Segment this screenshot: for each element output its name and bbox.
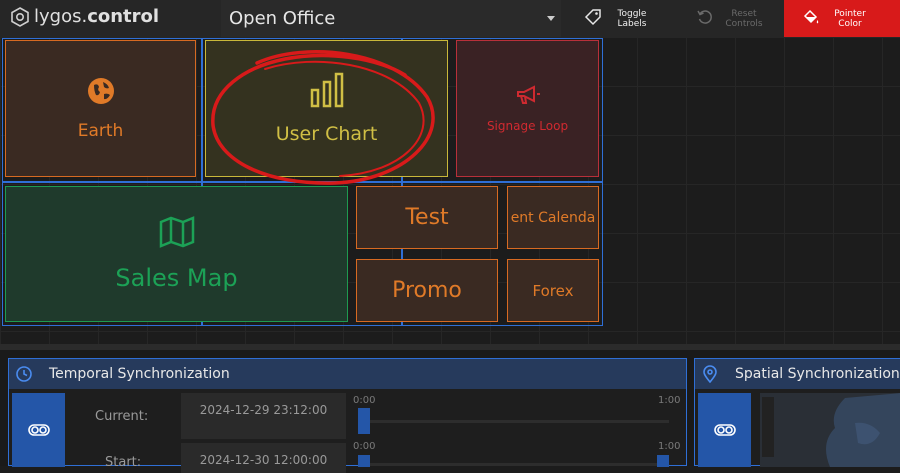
chevron-down-icon — [547, 16, 555, 21]
tile-test-label: Test — [405, 205, 449, 230]
paint-bucket-icon — [802, 8, 820, 29]
temporal-sync-header: Temporal Synchronization — [9, 359, 686, 389]
location-pin-icon — [695, 365, 725, 383]
sync-panels: Temporal Synchronization Current: 2024-1… — [0, 350, 900, 473]
tile-promo[interactable]: Promo — [356, 259, 498, 322]
pointer-color-label: Pointer Color — [834, 8, 866, 29]
start-time-value: 2024-12-30 12:00:00 — [199, 453, 328, 467]
map-icon — [159, 216, 195, 254]
slider-2-thumb-end[interactable] — [657, 455, 669, 467]
slider-2-thumb[interactable] — [358, 455, 370, 467]
room-select[interactable]: Open Office — [221, 0, 561, 37]
start-label: Start: — [105, 455, 142, 470]
globe-icon — [86, 76, 116, 111]
tile-user-chart-label: User Chart — [275, 123, 378, 145]
slider-1-min: 0:00 — [353, 395, 376, 406]
toggle-icon — [713, 424, 736, 436]
slider-2-max: 1:00 — [658, 441, 681, 452]
logo-icon — [11, 6, 29, 27]
current-label: Current: — [95, 409, 149, 424]
toggle-icon — [27, 424, 50, 436]
slider-2-min: 0:00 — [353, 441, 376, 452]
temporal-sync-toggle[interactable] — [12, 393, 65, 467]
map-thumbnail — [760, 393, 900, 467]
temporal-sync-panel: Temporal Synchronization Current: 2024-1… — [8, 358, 687, 473]
tile-event-calendar[interactable]: ent Calenda — [507, 186, 599, 249]
reset-controls-button[interactable]: Reset Controls — [690, 0, 782, 37]
bar-chart-icon — [308, 72, 346, 113]
tile-forex[interactable]: Forex — [507, 259, 599, 322]
top-bar: lygos. control Open Office Toggle Labels … — [0, 0, 900, 37]
tile-sales-map[interactable]: Sales Map — [5, 186, 348, 322]
logo-prefix: lygos. — [34, 6, 88, 27]
tag-icon — [584, 8, 602, 29]
pointer-color-button[interactable]: Pointer Color — [784, 0, 900, 37]
tile-promo-label: Promo — [392, 278, 462, 303]
spatial-sync-toggle[interactable] — [698, 393, 751, 467]
spatial-sync-header: Spatial Synchronization — [695, 359, 900, 389]
start-time-field[interactable]: 2024-12-30 12:00:00 — [181, 443, 346, 473]
clock-icon — [9, 365, 39, 383]
spatial-map-preview[interactable] — [760, 393, 900, 467]
logo-suffix: control — [87, 6, 160, 27]
toggle-labels-label: Toggle Labels — [617, 8, 647, 29]
temporal-sync-title: Temporal Synchronization — [49, 366, 230, 382]
toggle-labels-button[interactable]: Toggle Labels — [578, 0, 682, 37]
spatial-sync-title: Spatial Synchronization — [735, 366, 900, 382]
tile-earth[interactable]: Earth — [5, 40, 196, 177]
tile-signage-loop-label: Signage Loop — [486, 119, 569, 133]
reset-controls-label: Reset Controls — [725, 8, 763, 29]
tile-test[interactable]: Test — [356, 186, 498, 249]
app-logo: lygos. control — [10, 6, 159, 27]
room-select-value: Open Office — [229, 8, 336, 29]
tile-sales-map-label: Sales Map — [115, 264, 238, 292]
current-time-field[interactable]: 2024-12-29 23:12:00 — [181, 393, 346, 439]
reset-icon — [696, 8, 714, 29]
tile-signage-loop[interactable]: Signage Loop — [456, 40, 599, 177]
tile-earth-label: Earth — [77, 121, 124, 141]
tile-user-chart[interactable]: User Chart — [205, 40, 448, 177]
slider-1-max: 1:00 — [658, 395, 681, 406]
spatial-sync-panel: Spatial Synchronization — [694, 358, 900, 467]
tile-forex-label: Forex — [532, 281, 574, 300]
slider-1-track[interactable] — [359, 420, 669, 423]
slider-1-thumb[interactable] — [358, 408, 370, 434]
current-time-value: 2024-12-29 23:12:00 — [199, 403, 328, 417]
tile-event-calendar-label: ent Calenda — [510, 209, 596, 226]
megaphone-icon — [515, 84, 541, 109]
